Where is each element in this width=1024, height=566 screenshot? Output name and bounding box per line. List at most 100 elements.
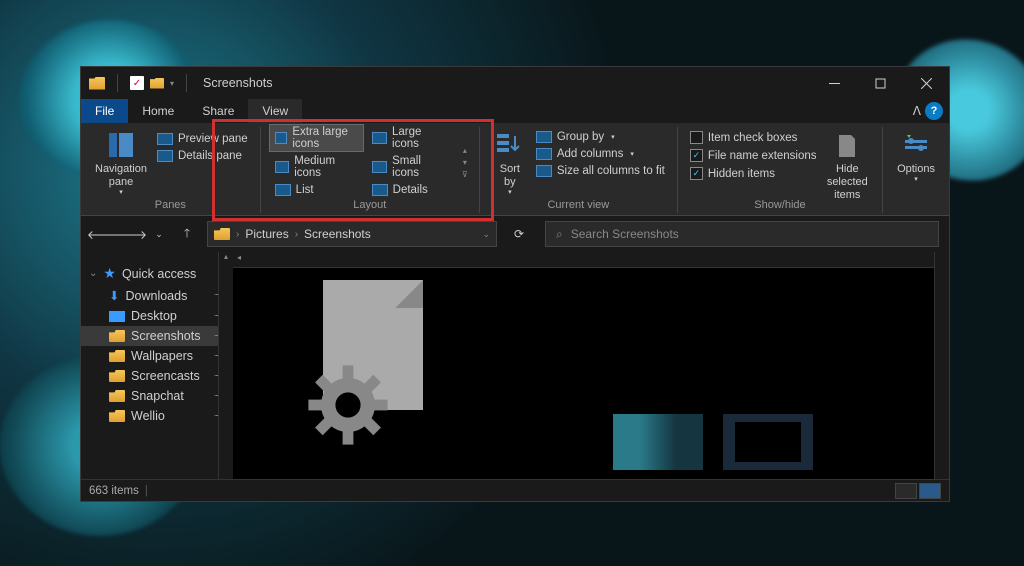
file-extensions-toggle[interactable]: ✓File name extensions (686, 147, 821, 164)
download-icon: ⬇ (109, 288, 119, 303)
folder-icon (214, 228, 230, 240)
ribbon-group-options: Options▾ (883, 127, 949, 213)
help-button[interactable]: ? (925, 102, 943, 120)
hide-selected-button[interactable]: Hide selected items (821, 127, 875, 205)
recent-dropdown[interactable]: ⌄ (147, 222, 171, 246)
details-icon (372, 184, 388, 196)
desktop-icon (109, 311, 125, 322)
layout-small[interactable]: Small icons (366, 153, 455, 181)
chevron-right-icon[interactable]: › (236, 229, 239, 240)
refresh-button[interactable]: ⟳ (505, 222, 533, 246)
address-bar[interactable]: › Pictures › Screenshots ⌄ (207, 221, 497, 247)
navigation-sidebar[interactable]: ⌄ ★ Quick access ⬇Downloads📌 Desktop📌 Sc… (81, 252, 233, 479)
lg-icons-icon (372, 132, 387, 144)
status-item-count: 663 items (89, 485, 139, 497)
address-dropdown-icon[interactable]: ⌄ (482, 229, 490, 240)
explorer-window: ✓ ▾ Screenshots File Home Share View ᐱ ?… (80, 66, 950, 502)
file-item-thumbnail-1[interactable] (613, 414, 703, 470)
chevron-right-icon[interactable]: › (295, 229, 298, 240)
qat-folder-icon[interactable] (150, 78, 164, 89)
ribbon: Navigation pane ▾ Preview pane Details p… (81, 123, 949, 216)
search-icon: ⌕ (556, 227, 563, 242)
sort-by-button[interactable]: Sort by▾ (488, 127, 532, 200)
sm-icons-icon (372, 161, 388, 173)
group-by-icon (536, 131, 552, 143)
folder-icon (109, 370, 125, 382)
chevron-down-icon[interactable]: ⌄ (89, 268, 97, 279)
nav-pane-icon (107, 131, 135, 159)
details-pane-icon (157, 150, 173, 162)
file-item-thumbnail-2[interactable] (723, 414, 813, 470)
navigation-pane-button[interactable]: Navigation pane ▾ (89, 127, 153, 200)
add-columns-icon (536, 148, 552, 160)
folder-icon (109, 410, 125, 422)
qat-dropdown-icon[interactable]: ▾ (170, 79, 174, 88)
options-icon (903, 132, 929, 158)
layout-scroll[interactable]: ▴▾⊽ (459, 143, 471, 180)
search-box[interactable]: ⌕ Search Screenshots (545, 221, 939, 247)
collapse-ribbon-icon[interactable]: ᐱ (913, 104, 921, 118)
up-button[interactable]: 🡑 (175, 222, 199, 246)
sidebar-item-downloads[interactable]: ⬇Downloads📌 (81, 285, 233, 306)
qat-props-icon[interactable]: ✓ (130, 76, 144, 90)
sidebar-item-wellio[interactable]: Wellio📌 (81, 406, 233, 426)
folder-icon (109, 330, 125, 342)
file-item-system[interactable] (303, 280, 433, 440)
tab-file[interactable]: File (81, 99, 128, 123)
gear-icon (303, 360, 393, 450)
hidden-items-toggle[interactable]: ✓Hidden items (686, 165, 821, 182)
layout-extra-large[interactable]: Extra large icons (269, 124, 364, 152)
window-title: Screenshots (203, 76, 272, 90)
sidebar-item-desktop[interactable]: Desktop📌 (81, 306, 233, 326)
layout-list[interactable]: List (269, 182, 364, 198)
md-icons-icon (275, 161, 290, 173)
ribbon-tabs: File Home Share View ᐱ ? (81, 99, 949, 123)
tab-view[interactable]: View (248, 99, 302, 123)
sidebar-item-screencasts[interactable]: Screencasts📌 (81, 366, 233, 386)
item-checkboxes-toggle[interactable]: Item check boxes (686, 129, 821, 146)
minimize-button[interactable] (811, 67, 857, 99)
tab-home[interactable]: Home (128, 99, 188, 123)
checkbox-checked-icon: ✓ (690, 149, 703, 162)
status-bar: 663 items | (81, 479, 949, 501)
view-details-button[interactable] (895, 483, 917, 499)
sidebar-scrollbar[interactable]: ▴ (218, 252, 233, 479)
size-all-columns-button[interactable]: Size all columns to fit (532, 163, 669, 179)
ribbon-group-show-hide: Item check boxes ✓File name extensions ✓… (678, 127, 883, 213)
details-pane-button[interactable]: Details pane (153, 148, 252, 164)
search-placeholder: Search Screenshots (571, 227, 679, 241)
sidebar-quick-access[interactable]: ⌄ ★ Quick access (81, 262, 233, 285)
ribbon-group-current-view: Sort by▾ Group by▾ Add columns▾ Size all… (480, 127, 678, 213)
layout-large[interactable]: Large icons (366, 124, 455, 152)
tab-share[interactable]: Share (188, 99, 248, 123)
breadcrumb-screenshots[interactable]: Screenshots (304, 227, 371, 241)
sidebar-item-wallpapers[interactable]: Wallpapers📌 (81, 346, 233, 366)
size-columns-icon (536, 165, 552, 177)
options-button[interactable]: Options▾ (891, 127, 941, 187)
nav-toolbar: 🡐 🡒 ⌄ 🡑 › Pictures › Screenshots ⌄ ⟳ ⌕ S… (81, 216, 949, 252)
file-list-area[interactable]: ◂ (233, 252, 949, 479)
sidebar-item-screenshots[interactable]: Screenshots📌 (81, 326, 233, 346)
preview-pane-button[interactable]: Preview pane (153, 131, 252, 147)
horizontal-scrollbar[interactable]: ◂ (233, 252, 934, 268)
layout-medium[interactable]: Medium icons (269, 153, 364, 181)
breadcrumb-pictures[interactable]: Pictures (245, 227, 288, 241)
folder-icon (109, 350, 125, 362)
back-button[interactable]: 🡐 (91, 222, 115, 246)
close-button[interactable] (903, 67, 949, 99)
hide-items-icon (835, 131, 859, 159)
maximize-button[interactable] (857, 67, 903, 99)
checkbox-unchecked-icon (690, 131, 703, 144)
vertical-scrollbar[interactable] (934, 252, 949, 479)
titlebar[interactable]: ✓ ▾ Screenshots (81, 67, 949, 99)
checkbox-checked-icon: ✓ (690, 167, 703, 180)
sidebar-item-snapchat[interactable]: Snapchat📌 (81, 386, 233, 406)
layout-details[interactable]: Details (366, 182, 455, 198)
add-columns-button[interactable]: Add columns▾ (532, 146, 669, 162)
group-by-button[interactable]: Group by▾ (532, 129, 669, 145)
preview-pane-icon (157, 133, 173, 145)
view-thumbnails-button[interactable] (919, 483, 941, 499)
forward-button[interactable]: 🡒 (119, 222, 143, 246)
ribbon-group-panes: Navigation pane ▾ Preview pane Details p… (81, 127, 261, 213)
list-icon (275, 184, 291, 196)
